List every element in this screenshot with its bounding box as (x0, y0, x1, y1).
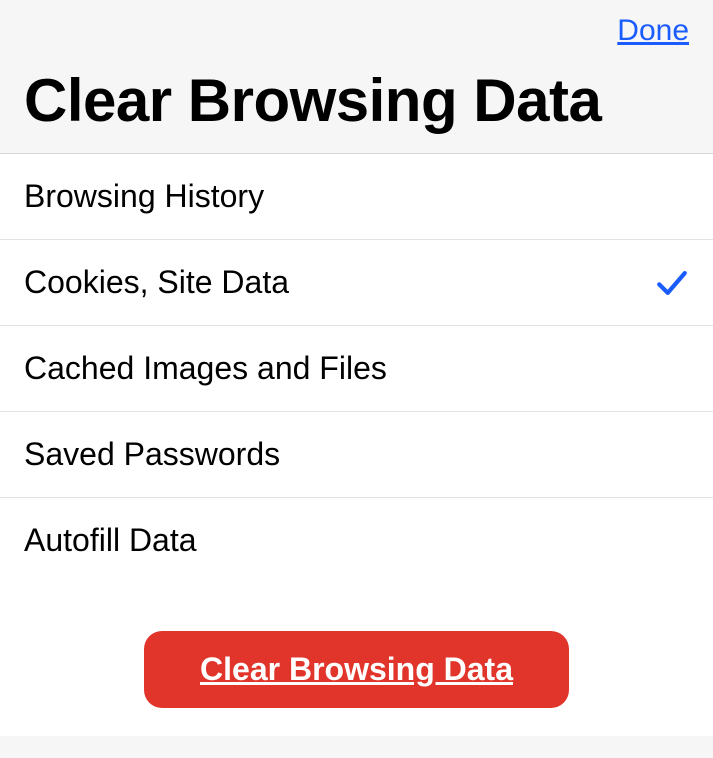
page-title: Clear Browsing Data (24, 66, 689, 153)
clear-browsing-data-button[interactable]: Clear Browsing Data (144, 631, 569, 708)
option-saved-passwords[interactable]: Saved Passwords (0, 412, 713, 498)
header: Done Clear Browsing Data (0, 0, 713, 153)
done-button[interactable]: Done (24, 14, 689, 48)
option-label: Cookies, Site Data (24, 264, 289, 301)
option-label: Saved Passwords (24, 436, 280, 473)
option-label: Autofill Data (24, 522, 197, 559)
option-browsing-history[interactable]: Browsing History (0, 154, 713, 240)
options-list: Browsing History Cookies, Site Data Cach… (0, 153, 713, 583)
action-area: Clear Browsing Data (0, 583, 713, 736)
option-cookies-site-data[interactable]: Cookies, Site Data (0, 240, 713, 326)
option-cached-images-files[interactable]: Cached Images and Files (0, 326, 713, 412)
option-autofill-data[interactable]: Autofill Data (0, 498, 713, 583)
option-label: Cached Images and Files (24, 350, 387, 387)
checkmark-icon (655, 266, 689, 300)
option-label: Browsing History (24, 178, 264, 215)
